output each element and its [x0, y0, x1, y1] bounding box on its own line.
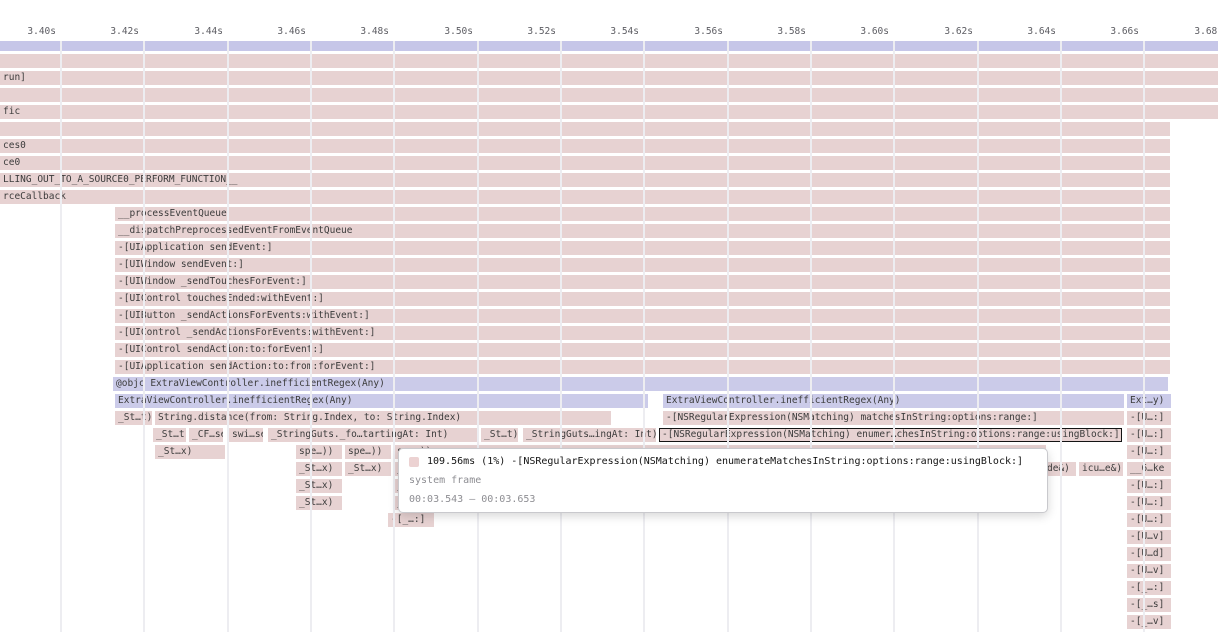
- gridline: [227, 41, 229, 632]
- time-tick-label: 3.44s: [167, 26, 223, 38]
- flame-bar[interactable]: -[_…v]: [1127, 615, 1171, 629]
- time-tick-label: 3.64s: [1000, 26, 1056, 38]
- gridline: [393, 41, 395, 632]
- tooltip-time-range: 00:03.543 — 00:03.653: [409, 494, 1037, 505]
- flame-bar[interactable]: rceCallback: [0, 190, 1170, 204]
- flame-bar[interactable]: _St…x): [296, 496, 342, 510]
- gridline: [477, 41, 479, 632]
- flame-bar[interactable]: -[_…s]: [1127, 598, 1171, 612]
- flame-bar[interactable]: -[U…:]: [1127, 513, 1171, 527]
- flame-bar[interactable]: LLING_OUT_TO_A_SOURCE0_PERFORM_FUNCTION_…: [0, 173, 1170, 187]
- flame-bar[interactable]: ces0: [0, 139, 1170, 153]
- flame-bar[interactable]: ExtraViewController.inefficientRegex(Any…: [115, 394, 648, 408]
- gridline: [727, 41, 729, 632]
- flame-bar[interactable]: -[U…d]: [1127, 547, 1171, 561]
- time-tick-label: 3.46s: [250, 26, 306, 38]
- flame-bar[interactable]: _CF…se: [189, 428, 223, 442]
- time-tick-label: 3.68s: [1167, 26, 1218, 38]
- flame-bar[interactable]: [0, 41, 1218, 51]
- time-tick-label: 3.66s: [1083, 26, 1139, 38]
- tooltip: 109.56ms (1%) -[NSRegularExpression(NSMa…: [398, 448, 1048, 513]
- flame-bar[interactable]: -[_…:]: [388, 513, 434, 527]
- time-tick-label: 3.62s: [917, 26, 973, 38]
- time-tick-label: 3.56s: [667, 26, 723, 38]
- flame-bar[interactable]: _St…t): [115, 411, 152, 425]
- flame-bar[interactable]: _St…x): [296, 479, 342, 493]
- flame-bar[interactable]: icu…e&): [1079, 462, 1123, 476]
- tooltip-frame-type: system frame: [409, 475, 1037, 486]
- frame-color-swatch-icon: [409, 457, 419, 467]
- flame-bar[interactable]: _St…t): [153, 428, 186, 442]
- flame-bar[interactable]: @objc ExtraViewController.inefficientReg…: [113, 377, 1168, 391]
- time-tick-label: 3.42s: [83, 26, 139, 38]
- gridline: [810, 41, 812, 632]
- flame-bar[interactable]: __6…ke: [1127, 462, 1171, 476]
- gridline: [60, 41, 62, 632]
- time-tick-label: 3.40s: [0, 26, 56, 38]
- flame-bar[interactable]: spe…)): [345, 445, 391, 459]
- flame-bar[interactable]: -[U…v]: [1127, 564, 1171, 578]
- gridline: [893, 41, 895, 632]
- flame-bar[interactable]: _St…x): [345, 462, 391, 476]
- flame-bar[interactable]: -[U…v]: [1127, 530, 1171, 544]
- flame-bar[interactable]: [0, 54, 1218, 68]
- gridline: [560, 41, 562, 632]
- gridline: [143, 41, 145, 632]
- flame-bar[interactable]: swi…se: [229, 428, 263, 442]
- time-tick-label: 3.52s: [500, 26, 556, 38]
- gridline: [643, 41, 645, 632]
- flame-bar[interactable]: fic: [0, 105, 1218, 119]
- flame-bar[interactable]: [0, 122, 1170, 136]
- gridline: [1143, 41, 1145, 632]
- gridline: [310, 41, 312, 632]
- time-tick-label: 3.54s: [583, 26, 639, 38]
- flame-bar[interactable]: _StringGuts…ingAt: Int): [523, 428, 656, 442]
- flame-bar[interactable]: String.distance(from: String.Index, to: …: [155, 411, 611, 425]
- gridline: [1060, 41, 1062, 632]
- gridline: [977, 41, 979, 632]
- flame-bar[interactable]: _St…x): [155, 445, 225, 459]
- time-ruler[interactable]: 3.40s 3.42s 3.44s 3.46s 3.48s 3.50s 3.52s 3.54s…: [0, 0, 1218, 40]
- flame-bar[interactable]: -[U…:]: [1127, 479, 1171, 493]
- flame-bar[interactable]: [0, 88, 1218, 102]
- flame-bar[interactable]: -[U…:]: [1127, 445, 1171, 459]
- flame-bar[interactable]: -[U…:]: [1127, 496, 1171, 510]
- flame-bar[interactable]: _StringGuts._fo…tartingAt: Int): [268, 428, 477, 442]
- time-tick-label: 3.48s: [333, 26, 389, 38]
- time-tick-label: 3.58s: [750, 26, 806, 38]
- tooltip-symbol-text: 109.56ms (1%) -[NSRegularExpression(NSMa…: [427, 456, 1023, 467]
- flame-bar[interactable]: run]: [0, 71, 1218, 85]
- flame-bar[interactable]: spe…)): [296, 445, 342, 459]
- flame-bar[interactable]: Ext…y): [1127, 394, 1171, 408]
- flame-bar[interactable]: -[_…:]: [1127, 581, 1171, 595]
- flame-bar[interactable]: -[U…:]: [1127, 411, 1171, 425]
- flame-bar[interactable]: -[U…:]: [1127, 428, 1171, 442]
- tooltip-duration-line: 109.56ms (1%) -[NSRegularExpression(NSMa…: [409, 456, 1037, 467]
- flame-bar[interactable]: ce0: [0, 156, 1170, 170]
- flame-graph-frames: run] fic ces0 ce0 LLING_OUT_TO_A_SOURCE0_PER…: [0, 0, 1218, 632]
- time-tick-label: 3.50s: [417, 26, 473, 38]
- time-tick-label: 3.60s: [833, 26, 889, 38]
- flame-bar[interactable]: _St…x): [296, 462, 342, 476]
- flame-bar[interactable]: _St…t): [481, 428, 518, 442]
- flame-chart: run] fic ces0 ce0 LLING_OUT_TO_A_SOURCE0_PER…: [0, 0, 1218, 632]
